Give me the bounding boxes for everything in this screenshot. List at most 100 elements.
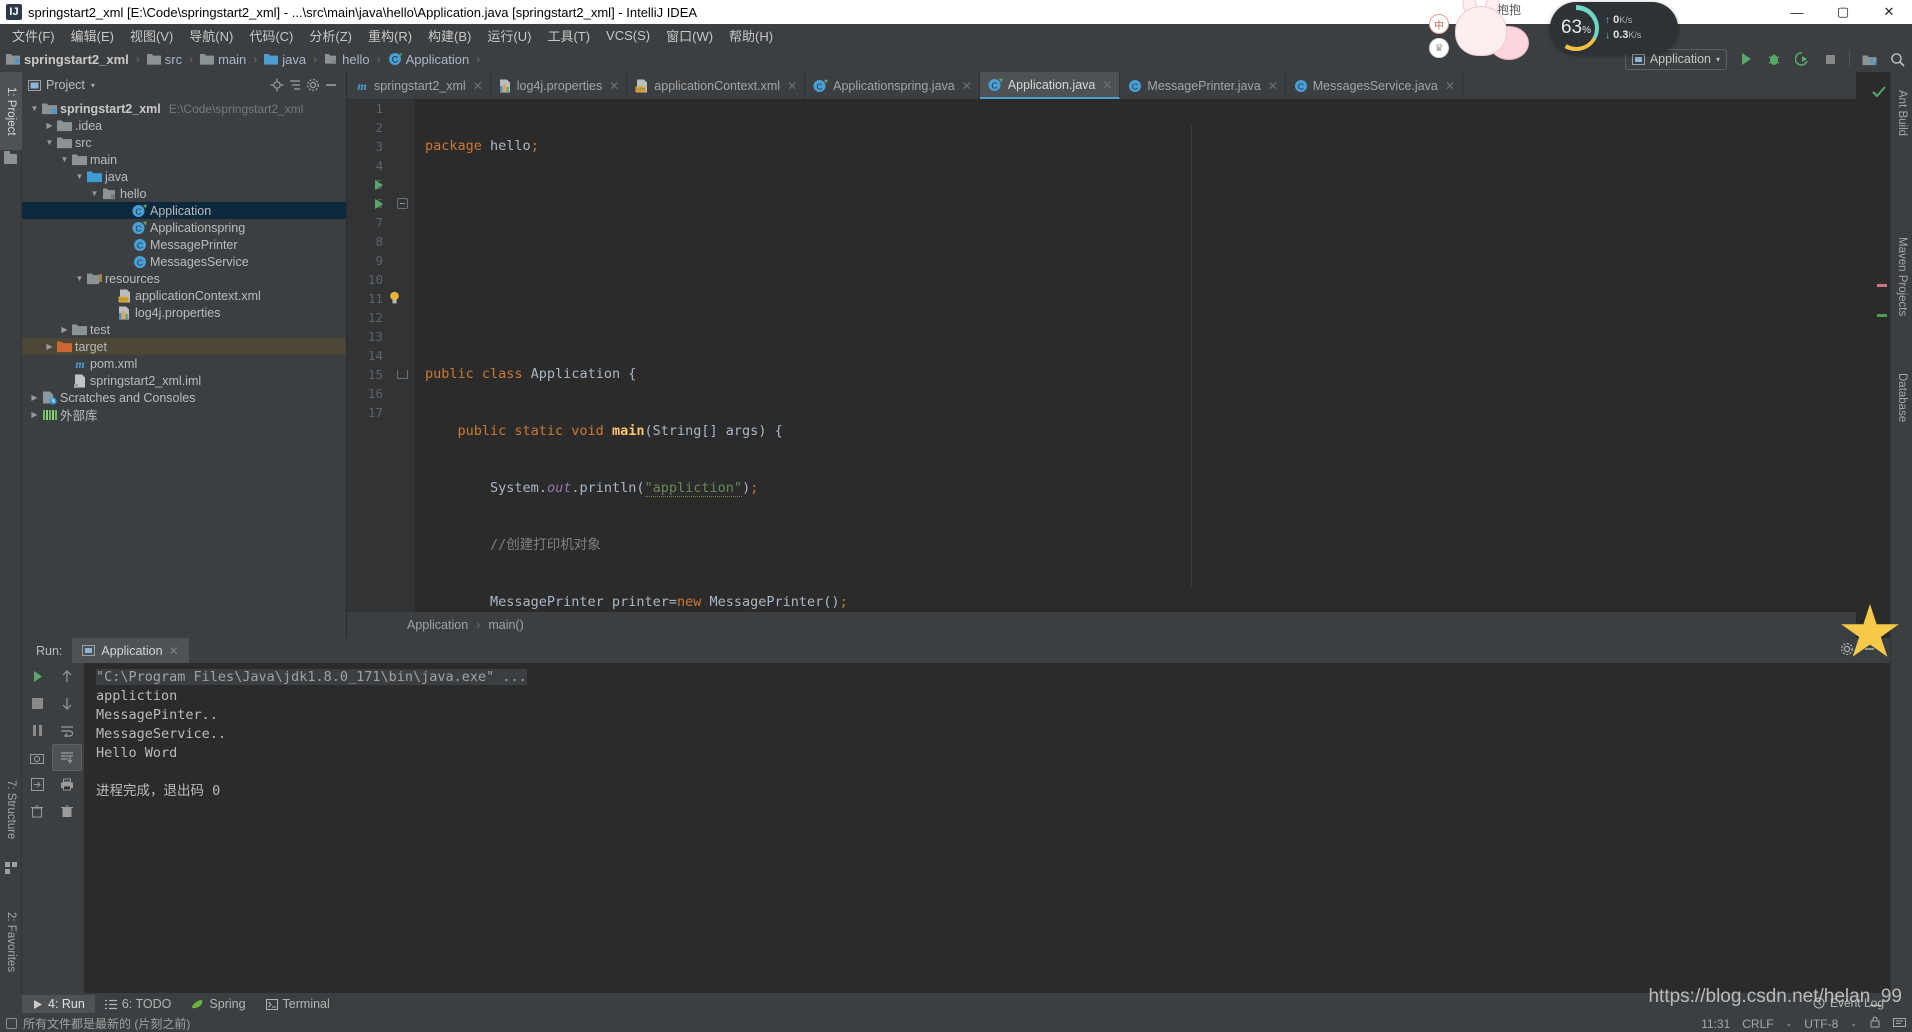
breadcrumb-item-main[interactable]: main	[200, 52, 246, 67]
network-monitor-widget[interactable]: 63% ↑ 0K/s ↓ 0.3K/s	[1550, 2, 1678, 54]
gutter-line[interactable]: 1	[347, 99, 415, 118]
tree-node-外部库[interactable]: ▶ 外部库	[22, 406, 346, 423]
editor-gutter[interactable]: 1 2 3 4 5 6 7 8 9 10 11 12 13 14 15 16 17	[347, 99, 415, 612]
editor-analysis-gutter[interactable]	[1856, 72, 1890, 638]
stop-icon[interactable]	[22, 690, 52, 717]
tree-node-springstart2-xml[interactable]: ▼ springstart2_xml E:\Code\springstart2_xm…	[22, 100, 346, 117]
menu-item-6[interactable]: 重构(R)	[360, 24, 420, 47]
tree-node-main[interactable]: ▼ main	[22, 151, 346, 168]
maximize-button[interactable]: ▢	[1820, 0, 1866, 24]
tree-node-pom-xml[interactable]: ▶mpom.xml	[22, 355, 346, 372]
sidebar-tab-structure[interactable]: 7: Structure	[0, 762, 22, 858]
close-icon[interactable]: ✕	[1445, 79, 1455, 93]
breadcrumb-item-application[interactable]: C Application	[388, 52, 469, 67]
chevron-down-icon[interactable]: ⌄	[1786, 1019, 1793, 1028]
sidebar-tab-ant-build[interactable]: Ant Build	[1891, 76, 1912, 150]
breadcrumb-item-springstart2-xml[interactable]: springstart2_xml	[6, 52, 129, 67]
run-button[interactable]	[1737, 50, 1755, 68]
gutter-line[interactable]: 11	[347, 289, 415, 308]
file-encoding[interactable]: UTF-8	[1804, 1017, 1838, 1031]
gutter-line[interactable]: 9	[347, 251, 415, 270]
editor-tab-messagesservice-java[interactable]: C MessagesService.java ✕	[1286, 72, 1463, 99]
trash-icon[interactable]	[22, 798, 52, 825]
chevron-right-icon[interactable]: ▶	[28, 393, 41, 402]
gutter-line[interactable]: 12	[347, 308, 415, 327]
close-button[interactable]: ✕	[1866, 0, 1912, 24]
menu-item-11[interactable]: 窗口(W)	[658, 24, 721, 47]
breadcrumb-method[interactable]: main()	[488, 618, 523, 632]
tree-node-log4j-properties[interactable]: ▶log4j.properties	[22, 304, 346, 321]
gutter-line[interactable]: 15	[347, 365, 415, 384]
tree-node-springstart2-xml-iml[interactable]: ▶springstart2_xml.iml	[22, 372, 346, 389]
sidebar-tab-maven-projects[interactable]: Maven Projects	[1891, 222, 1912, 332]
tree-node-target[interactable]: ▶ target	[22, 338, 346, 355]
tree-node-src[interactable]: ▼ src	[22, 134, 346, 151]
tree-node--idea[interactable]: ▶ .idea	[22, 117, 346, 134]
close-icon[interactable]: ✕	[962, 79, 972, 93]
bottom-tab-spring[interactable]: Spring	[181, 995, 255, 1013]
scroll-down-icon[interactable]	[52, 690, 82, 717]
close-icon[interactable]: ✕	[1268, 79, 1278, 93]
gear-icon[interactable]	[304, 76, 322, 94]
chevron-down-icon[interactable]: ▼	[28, 104, 41, 113]
close-icon[interactable]: ✕	[1102, 78, 1112, 92]
close-icon[interactable]: ✕	[169, 644, 179, 658]
tree-node-messagesservice[interactable]: ▶CMessagesService	[22, 253, 346, 270]
gutter-line[interactable]: 8	[347, 232, 415, 251]
chevron-down-icon[interactable]: ▼	[73, 274, 86, 283]
menu-item-10[interactable]: VCS(S)	[598, 26, 658, 45]
menu-item-5[interactable]: 分析(Z)	[301, 24, 360, 47]
tree-node-applicationcontext-xml[interactable]: ▶</>applicationContext.xml	[22, 287, 346, 304]
tree-node-hello[interactable]: ▼ hello	[22, 185, 346, 202]
menu-item-8[interactable]: 运行(U)	[479, 24, 539, 47]
rerun-icon[interactable]	[22, 663, 52, 690]
menu-item-2[interactable]: 视图(V)	[122, 24, 181, 47]
project-structure-button[interactable]	[1860, 50, 1878, 68]
project-tree[interactable]: ▼ springstart2_xml E:\Code\springstart2_xm…	[22, 98, 346, 638]
editor-tab-application-java[interactable]: C Application.java ✕	[979, 72, 1121, 99]
chevron-down-icon[interactable]: ⌄	[1850, 1019, 1857, 1028]
chevron-down-icon[interactable]: ▼	[88, 189, 101, 198]
chevron-down-icon[interactable]: ▼	[58, 155, 71, 164]
editor-tab-log4j-properties[interactable]: log4j.properties ✕	[491, 72, 628, 99]
sidebar-tab-database[interactable]: Database	[1891, 360, 1912, 436]
editor-tab-applicationspring-java[interactable]: C Applicationspring.java ✕	[805, 72, 980, 99]
chevron-right-icon[interactable]: ▶	[43, 342, 56, 351]
ide-icon[interactable]	[1893, 1016, 1906, 1031]
sidebar-tab-favorites[interactable]: 2: Favorites	[0, 894, 22, 990]
menu-item-0[interactable]: 文件(F)	[4, 24, 63, 47]
menu-item-7[interactable]: 构建(B)	[420, 24, 479, 47]
code-fold-end-icon[interactable]	[397, 370, 408, 379]
tree-node-applicationspring[interactable]: ▶CApplicationspring	[22, 219, 346, 236]
breadcrumb-class[interactable]: Application	[407, 618, 468, 632]
search-everywhere-icon[interactable]	[1888, 50, 1906, 68]
gutter-line[interactable]: 17	[347, 403, 415, 422]
menu-item-12[interactable]: 帮助(H)	[721, 24, 781, 47]
gutter-run-icon[interactable]	[375, 199, 383, 209]
soft-wrap-icon[interactable]	[52, 717, 82, 744]
bottom-tab-6-todo[interactable]: 6: TODO	[95, 995, 182, 1013]
tree-node-java[interactable]: ▼ java	[22, 168, 346, 185]
gutter-line[interactable]: 3	[347, 137, 415, 156]
gutter-line[interactable]: 5	[347, 175, 415, 194]
locate-icon[interactable]	[268, 76, 286, 94]
tree-node-scratches-and-consoles[interactable]: ▶ Scratches and Consoles	[22, 389, 346, 406]
menu-item-1[interactable]: 编辑(E)	[63, 24, 122, 47]
code-editor[interactable]: 1 2 3 4 5 6 7 8 9 10 11 12 13 14 15 16 17 package hello;…	[347, 99, 1856, 612]
caret-position[interactable]: 11:31	[1701, 1017, 1730, 1031]
chevron-right-icon[interactable]: ▶	[28, 410, 41, 419]
chevron-down-icon[interactable]: ▼	[43, 138, 56, 147]
gutter-line[interactable]: 2	[347, 118, 415, 137]
run-tab-application[interactable]: Application ✕	[72, 638, 189, 663]
menu-item-3[interactable]: 导航(N)	[181, 24, 241, 47]
tree-node-messageprinter[interactable]: ▶CMessagePrinter	[22, 236, 346, 253]
source-code[interactable]: package hello; public class Application …	[415, 99, 1856, 612]
lock-icon[interactable]	[1869, 1016, 1881, 1031]
editor-tab-messageprinter-java[interactable]: C MessagePrinter.java ✕	[1120, 72, 1286, 99]
sidebar-tab-project[interactable]: 1: Project	[0, 72, 22, 150]
run-console-output[interactable]: "C:\Program Files\Java\jdk1.8.0_171\bin\…	[84, 663, 1890, 998]
gutter-run-icon[interactable]	[375, 180, 383, 190]
bottom-tab-4-run[interactable]: 4: Run	[22, 995, 95, 1013]
hide-icon[interactable]	[322, 76, 340, 94]
gutter-line[interactable]: 10	[347, 270, 415, 289]
